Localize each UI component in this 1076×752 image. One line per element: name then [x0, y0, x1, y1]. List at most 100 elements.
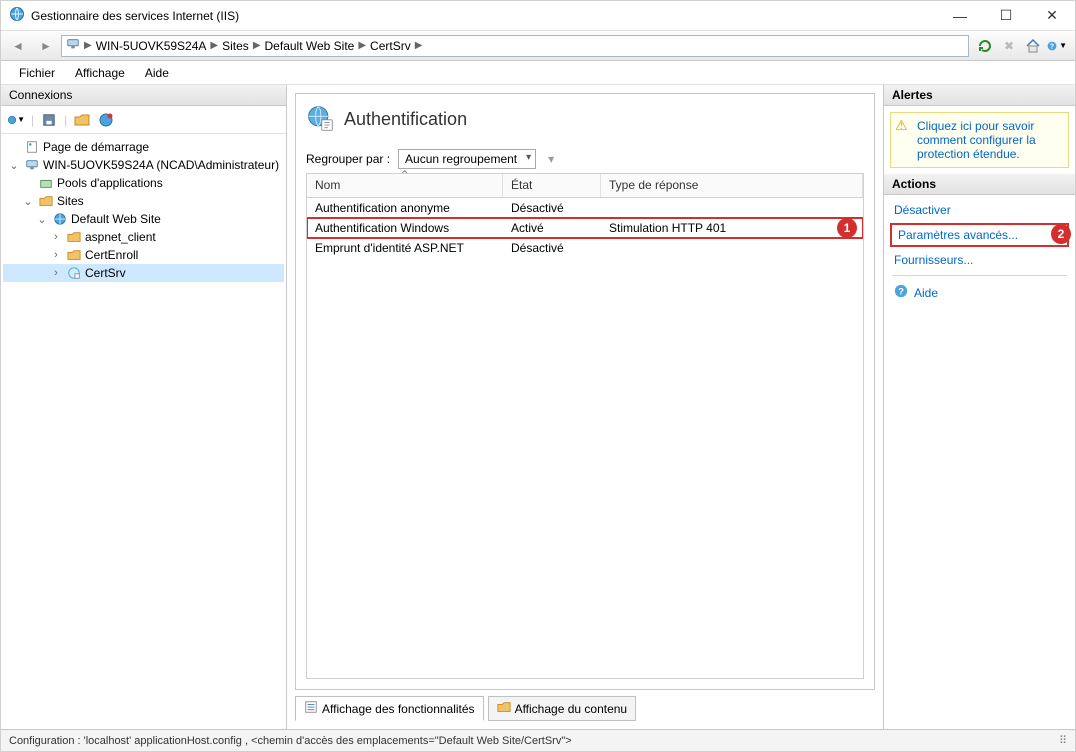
chevron-icon: ▶	[358, 40, 366, 51]
stop-icon[interactable]: ✖	[999, 36, 1019, 56]
grid-row-selected[interactable]: Authentification Windows Activé Stimulat…	[307, 218, 863, 238]
minimize-button[interactable]: —	[937, 1, 983, 31]
actions-list: Désactiver Paramètres avancés... 2 Fourn…	[884, 195, 1075, 309]
refresh-icon[interactable]	[975, 36, 995, 56]
connections-panel: Connexions ▼ | | Page de démarrage ⌄ WIN…	[1, 85, 287, 729]
alert-box[interactable]: ⚠ Cliquez ici pour savoir comment config…	[890, 112, 1069, 168]
cell-name: Emprunt d'identité ASP.NET	[307, 239, 503, 257]
breadcrumb-item[interactable]: Default Web Site	[265, 39, 355, 53]
folder-icon	[66, 247, 82, 263]
action-providers[interactable]: Fournisseurs...	[884, 249, 1075, 271]
authentication-icon	[306, 104, 334, 135]
connections-tree: Page de démarrage ⌄ WIN-5UOVK59S24A (NCA…	[1, 134, 286, 729]
app-icon	[66, 265, 82, 281]
chevron-icon: ▶	[210, 40, 218, 51]
collapse-icon[interactable]: ⌄	[21, 195, 35, 208]
tree-label: Sites	[57, 194, 84, 208]
tab-features[interactable]: Affichage des fonctionnalités	[295, 696, 484, 721]
auth-grid: Nom État Type de réponse Authentificatio…	[306, 173, 864, 679]
folder-icon	[38, 193, 54, 209]
grid-row[interactable]: Emprunt d'identité ASP.NET Désactivé	[307, 238, 863, 258]
cell-name: Authentification Windows	[307, 219, 503, 237]
iis-icon	[9, 6, 25, 25]
connections-title: Connexions	[1, 85, 286, 106]
col-state[interactable]: État	[503, 174, 601, 197]
alert-link[interactable]: Cliquez ici pour savoir comment configur…	[917, 119, 1036, 161]
tree-certenroll[interactable]: › CertEnroll	[3, 246, 284, 264]
breadcrumb-item[interactable]: Sites	[222, 39, 249, 53]
center-panel: Authentification Regrouper par : Aucun r…	[287, 85, 883, 729]
action-label: Aide	[914, 286, 938, 300]
action-advanced[interactable]: Paramètres avancés... 2	[890, 223, 1069, 247]
tree-app-pools[interactable]: Pools d'applications	[3, 174, 284, 192]
connect-icon[interactable]: ▼	[7, 111, 25, 129]
group-by-dropdown[interactable]: Aucun regroupement	[398, 149, 536, 169]
breadcrumb-item[interactable]: CertSrv	[370, 39, 411, 53]
tree-label: Pools d'applications	[57, 176, 163, 190]
warning-icon: ⚠	[895, 117, 908, 134]
maximize-button[interactable]: ☐	[983, 1, 1029, 31]
svg-text:?: ?	[898, 287, 904, 298]
up-icon[interactable]	[73, 111, 91, 129]
expand-icon[interactable]: ›	[49, 231, 63, 243]
menu-view[interactable]: Affichage	[65, 63, 135, 83]
page-icon	[24, 139, 40, 155]
tab-label: Affichage du contenu	[515, 702, 628, 716]
title-bar: Gestionnaire des services Internet (IIS)…	[1, 1, 1075, 31]
tree-aspnet-client[interactable]: › aspnet_client	[3, 228, 284, 246]
cell-response	[601, 246, 863, 250]
window-controls: — ☐ ✕	[937, 1, 1075, 31]
right-panel: Alertes ⚠ Cliquez ici pour savoir commen…	[883, 85, 1075, 729]
list-icon	[304, 700, 318, 717]
close-button[interactable]: ✕	[1029, 1, 1075, 31]
action-help[interactable]: ? Aide	[884, 280, 1075, 305]
annotation-2: 2	[1051, 224, 1071, 244]
menu-help[interactable]: Aide	[135, 63, 179, 83]
save-icon[interactable]	[40, 111, 58, 129]
tree-start-page[interactable]: Page de démarrage	[3, 138, 284, 156]
cell-state: Désactivé	[503, 239, 601, 257]
tree-default-site[interactable]: ⌄ Default Web Site	[3, 210, 284, 228]
window-title: Gestionnaire des services Internet (IIS)	[25, 9, 937, 23]
breadcrumb-item[interactable]: WIN-5UOVK59S24A	[96, 39, 207, 53]
page-title-block: Authentification	[306, 104, 864, 135]
forward-button[interactable]: ►	[33, 34, 59, 58]
tree-label: Page de démarrage	[43, 140, 149, 154]
tree-certsrv[interactable]: › CertSrv	[3, 264, 284, 282]
breadcrumb[interactable]: ▶ WIN-5UOVK59S24A ▶ Sites ▶ Default Web …	[61, 35, 969, 57]
expand-icon[interactable]: ›	[49, 249, 63, 261]
tree-sites[interactable]: ⌄ Sites	[3, 192, 284, 210]
back-button[interactable]: ◄	[5, 34, 31, 58]
cell-state: Désactivé	[503, 199, 601, 217]
collapse-icon[interactable]: ⌄	[7, 159, 21, 172]
folder-icon	[497, 700, 511, 717]
collapse-icon[interactable]: ⌄	[35, 213, 49, 226]
help-icon: ?	[894, 284, 908, 301]
tree-label: Default Web Site	[71, 212, 161, 226]
col-response[interactable]: Type de réponse	[601, 174, 863, 197]
menu-bar: Fichier Affichage Aide	[1, 61, 1075, 85]
action-disable[interactable]: Désactiver	[884, 199, 1075, 221]
tab-content[interactable]: Affichage du contenu	[488, 696, 637, 721]
page-title: Authentification	[344, 109, 467, 130]
svg-text:?: ?	[1050, 43, 1054, 50]
settings-icon[interactable]	[97, 111, 115, 129]
group-by-value: Aucun regroupement	[405, 152, 517, 166]
server-icon	[66, 37, 80, 54]
expand-icon[interactable]: ›	[49, 267, 63, 279]
annotation-1: 1	[837, 218, 857, 238]
group-by-label: Regrouper par :	[306, 152, 390, 166]
nav-bar: ◄ ► ▶ WIN-5UOVK59S24A ▶ Sites ▶ Default …	[1, 31, 1075, 61]
home-icon[interactable]	[1023, 36, 1043, 56]
grid-row[interactable]: Authentification anonyme Désactivé	[307, 198, 863, 218]
main-area: Connexions ▼ | | Page de démarrage ⌄ WIN…	[1, 85, 1075, 729]
tree-server[interactable]: ⌄ WIN-5UOVK59S24A (NCAD\Administrateur)	[3, 156, 284, 174]
menu-file[interactable]: Fichier	[9, 63, 65, 83]
bottom-tabs: Affichage des fonctionnalités Affichage …	[295, 696, 875, 721]
group-by-row: Regrouper par : Aucun regroupement ▾	[306, 149, 864, 169]
col-name[interactable]: Nom	[307, 174, 503, 197]
help-dropdown-icon[interactable]: ?▼	[1047, 36, 1067, 56]
chevron-icon: ▶	[84, 40, 92, 51]
divider	[892, 275, 1067, 276]
grid-header: Nom État Type de réponse	[307, 174, 863, 198]
